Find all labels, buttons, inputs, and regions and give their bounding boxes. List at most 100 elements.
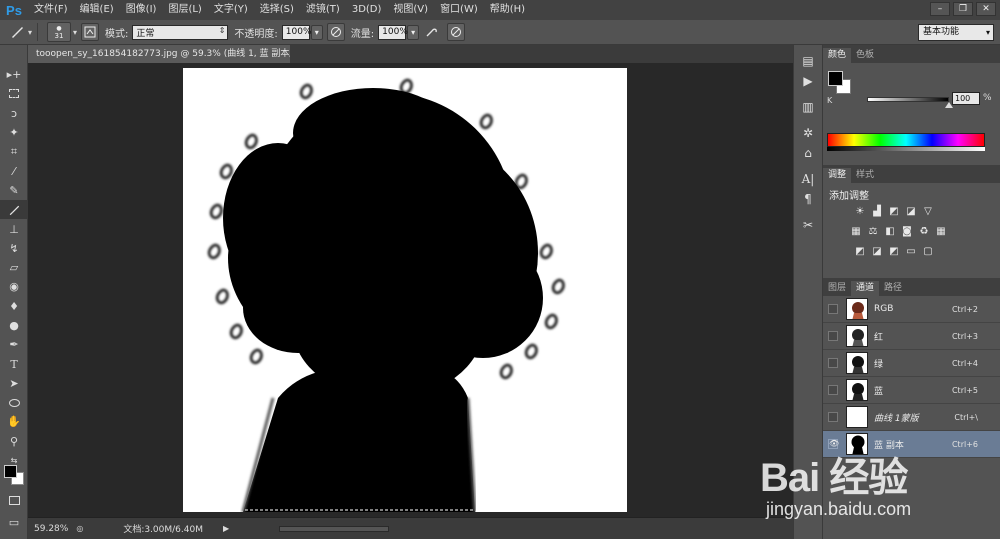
menu-select[interactable]: 选择(S) [254,0,300,20]
close-button[interactable]: ✕ [976,2,996,16]
foreground-color-swatch[interactable] [4,465,17,478]
paragraph-panel-icon[interactable]: ¶ [794,189,822,209]
gradient-map-icon[interactable]: ▭ [904,245,918,258]
channel-row-blue[interactable]: 蓝 Ctrl+5 [823,377,1000,404]
brush-tool-icon[interactable] [6,22,28,42]
move-tool-icon[interactable]: ▸+ [0,65,28,84]
menu-view[interactable]: 视图(V) [387,0,434,20]
character-panel-icon[interactable]: A| [794,169,822,189]
horizontal-scrollbar[interactable] [279,525,390,532]
menu-file[interactable]: 文件(F) [28,0,74,20]
color-balance-icon[interactable]: ⚖ [866,225,880,238]
clone-source-icon[interactable]: ⌂ [794,143,822,163]
visibility-toggle[interactable] [828,385,838,395]
path-selection-tool-icon[interactable]: ➤ [0,374,28,393]
tab-paths[interactable]: 路径 [879,281,907,296]
flow-input[interactable]: 100% [378,24,408,40]
hand-tool-icon[interactable]: ✋ [0,412,28,431]
pen-tool-icon[interactable]: ✒ [0,335,28,354]
invert-icon[interactable]: ◩ [853,245,867,258]
k-value-input[interactable]: 100 [952,92,980,105]
blur-tool-icon[interactable]: ♦ [0,297,28,316]
mode-select[interactable]: 正常 ⇕ [132,24,229,40]
selective-color-icon[interactable]: ▢ [921,245,935,258]
ellipse-tool-icon[interactable] [0,393,28,412]
brush-panel-toggle-icon[interactable] [81,23,100,41]
brush-panel-icon[interactable]: ✲ [794,123,822,143]
channel-row-curves-mask[interactable]: 曲线 1蒙版 Ctrl+\ [823,404,1000,431]
actions-panel-icon[interactable]: ▶ [794,71,822,91]
color-lookup-icon[interactable]: ▦ [934,225,948,238]
workspace-select[interactable]: 基本功能 ▾ [918,24,994,41]
quick-mask-icon[interactable] [0,491,28,510]
visibility-toggle[interactable] [828,412,838,422]
channel-row-green[interactable]: 绿 Ctrl+4 [823,350,1000,377]
flow-dropdown[interactable]: ▾ [407,24,420,40]
tab-adjustments[interactable]: 调整 [823,168,852,183]
menu-3d[interactable]: 3D(D) [346,0,388,20]
levels-icon[interactable]: ▟ [870,205,884,218]
crop-tool-icon[interactable]: ⌗ [0,142,28,161]
history-brush-tool-icon[interactable]: ↯ [0,239,28,258]
dodge-tool-icon[interactable]: ● [0,316,28,335]
menu-help[interactable]: 帮助(H) [484,0,531,20]
document-tab[interactable]: tooopen_sy_161854182773.jpg @ 59.3% (曲线 … [28,45,290,63]
brush-picker-arrow-icon[interactable]: ▾ [73,28,77,37]
menu-image[interactable]: 图像(I) [120,0,163,20]
history-panel-icon[interactable]: ▤ [794,51,822,71]
brush-preset-picker[interactable]: ● 31 [47,22,72,42]
photo-filter-icon[interactable]: ◙ [900,225,914,238]
menu-window[interactable]: 窗口(W) [434,0,484,20]
magic-wand-tool-icon[interactable]: ✦ [0,123,28,142]
eye-icon[interactable]: 👁 [828,439,839,449]
hue-saturation-icon[interactable]: ▦ [849,225,863,238]
visibility-toggle[interactable] [828,331,838,341]
black-white-icon[interactable]: ◧ [883,225,897,238]
channel-row-rgb[interactable]: RGB Ctrl+2 [823,296,1000,323]
screen-mode-icon[interactable]: ▭ [0,513,28,532]
foreground-color-swatch[interactable] [828,71,843,86]
menu-filter[interactable]: 滤镜(T) [300,0,346,20]
opacity-dropdown[interactable]: ▾ [310,24,323,40]
tab-swatches[interactable]: 色板 [851,48,879,63]
clone-stamp-tool-icon[interactable]: ⊥ [0,219,28,238]
brightness-icon[interactable]: ☀ [853,205,867,218]
pressure-opacity-icon[interactable] [326,23,345,41]
status-menu-arrow-icon[interactable]: ▶ [223,524,229,533]
tab-styles[interactable]: 样式 [851,168,879,183]
posterize-icon[interactable]: ◪ [870,245,884,258]
tool-presets-icon[interactable]: ✂ [794,215,822,235]
threshold-icon[interactable]: ◩ [887,245,901,258]
minimize-button[interactable]: – [930,2,950,16]
k-slider[interactable] [867,97,949,102]
restore-button[interactable]: ❐ [953,2,973,16]
color-spectrum[interactable] [827,133,985,147]
marquee-tool-icon[interactable] [0,84,28,103]
grayscale-ramp[interactable] [827,147,985,151]
lasso-tool-icon[interactable]: ↄ [0,104,28,123]
tab-layers[interactable]: 图层 [823,281,851,296]
visibility-toggle[interactable] [828,358,838,368]
tool-preset-arrow-icon[interactable]: ▾ [28,28,32,37]
brush-presets-icon[interactable]: ▥ [794,97,822,117]
channel-mixer-icon[interactable]: ♻ [917,225,931,238]
brush-tool-icon[interactable] [0,200,28,220]
curves-icon[interactable]: ◩ [887,205,901,218]
tab-channels[interactable]: 通道 [851,281,880,296]
menu-edit[interactable]: 编辑(E) [74,0,120,20]
channel-row-red[interactable]: 红 Ctrl+3 [823,323,1000,350]
document-canvas[interactable] [183,68,627,512]
pressure-size-icon[interactable] [447,23,466,41]
eraser-tool-icon[interactable]: ▱ [0,258,28,277]
channel-row-blue-copy[interactable]: 👁 蓝 副本 Ctrl+6 [823,431,1000,458]
vibrance-icon[interactable]: ▽ [921,205,935,218]
airbrush-icon[interactable] [421,22,443,42]
menu-layer[interactable]: 图层(L) [162,0,207,20]
menu-type[interactable]: 文字(Y) [208,0,254,20]
paint-bucket-tool-icon[interactable]: ◉ [0,277,28,296]
healing-brush-tool-icon[interactable]: ✎ [0,181,28,200]
type-tool-icon[interactable]: T [0,354,28,373]
opacity-input[interactable]: 100% [281,24,312,40]
eyedropper-tool-icon[interactable]: ⁄ [0,161,28,180]
zoom-menu-icon[interactable]: ◎ [76,524,83,533]
